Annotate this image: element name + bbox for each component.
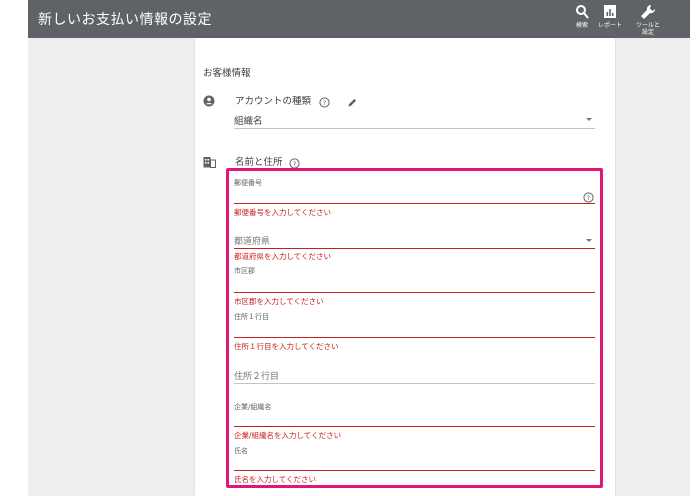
company-label: 企業/組織名 bbox=[234, 403, 272, 411]
customer-info-heading: お客様情報 bbox=[203, 68, 251, 79]
help-icon[interactable]: ? bbox=[319, 93, 330, 112]
page-title: 新しいお支払い情報の設定 bbox=[38, 12, 212, 28]
address-line2-placeholder: 住所２行目 bbox=[234, 372, 280, 382]
reports-icon bbox=[590, 4, 630, 22]
prefecture-placeholder: 都道府県 bbox=[234, 237, 271, 247]
prefecture-select[interactable] bbox=[234, 248, 595, 249]
reports-button[interactable]: レポート bbox=[590, 4, 630, 36]
tools-label-line2: 設定 bbox=[641, 29, 654, 36]
account-type-value: 組織名 bbox=[234, 116, 263, 127]
tools-label-line1: ツールと bbox=[635, 22, 660, 29]
full-name-field[interactable] bbox=[234, 470, 595, 471]
postal-code-error: 郵便番号を入力してください bbox=[234, 208, 332, 217]
address-line1-field[interactable] bbox=[234, 337, 595, 338]
address-line1-label: 住所１行目 bbox=[234, 313, 269, 321]
svg-text:?: ? bbox=[587, 194, 590, 202]
svg-text:?: ? bbox=[293, 160, 296, 168]
company-field[interactable] bbox=[234, 426, 595, 427]
chevron-down-icon bbox=[586, 239, 592, 242]
full-name-error: 氏名を入力してください bbox=[234, 475, 317, 484]
help-icon[interactable]: ? bbox=[583, 188, 594, 207]
city-error: 市区郡を入力してください bbox=[234, 297, 324, 306]
account-type-label: アカウントの種類 bbox=[235, 96, 312, 107]
name-address-label: 名前と住所 bbox=[235, 157, 283, 168]
top-app-bar: 新しいお支払い情報の設定 検索 レポート ツールと 設定 bbox=[28, 0, 690, 38]
svg-text:?: ? bbox=[323, 99, 326, 107]
company-error: 企業/組織名を入力してください bbox=[234, 431, 342, 440]
city-label: 市区郡 bbox=[234, 267, 255, 275]
building-icon bbox=[203, 153, 216, 172]
postal-code-label: 郵便番号 bbox=[234, 179, 262, 187]
postal-code-field[interactable] bbox=[234, 203, 595, 204]
address-line1-error: 住所１行目を入力してください bbox=[234, 342, 339, 351]
wrench-icon bbox=[628, 4, 668, 22]
prefecture-error: 都道府県を入力してください bbox=[234, 252, 332, 261]
reports-label: レポート bbox=[597, 22, 622, 29]
account-type-select[interactable]: 組織名 bbox=[234, 112, 595, 129]
edit-pencil-icon[interactable] bbox=[347, 93, 358, 112]
chevron-down-icon bbox=[586, 118, 592, 121]
full-name-label: 氏名 bbox=[234, 447, 248, 455]
address-line2-field[interactable] bbox=[234, 383, 595, 384]
account-circle-icon bbox=[203, 92, 215, 111]
city-field[interactable] bbox=[234, 292, 595, 293]
tools-settings-button[interactable]: ツールと 設定 bbox=[628, 4, 668, 36]
